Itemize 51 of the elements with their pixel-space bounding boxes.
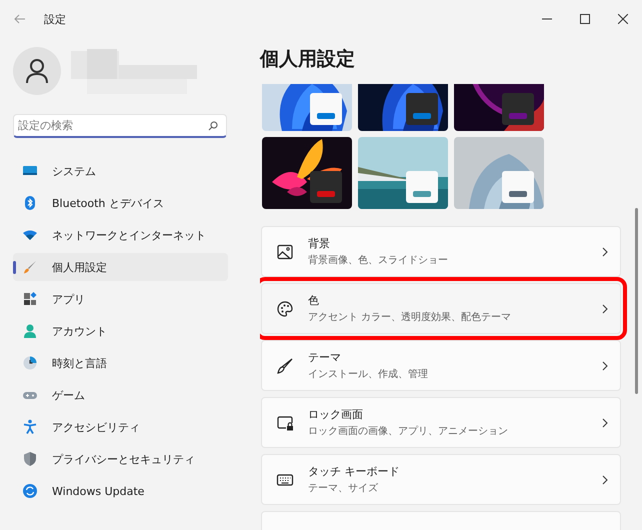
card-subtitle: インストール、作成、管理 <box>308 368 429 381</box>
chevron-icon <box>602 304 608 314</box>
chevron-icon <box>602 360 608 370</box>
shield-icon <box>22 451 38 467</box>
card-subtitle: 背景画像、色、スライドショー <box>308 254 449 267</box>
nav-item[interactable]: 個人用設定 <box>13 253 228 281</box>
card-subtitle: アクセント カラー、透明度効果、配色テーマ <box>308 310 512 324</box>
card-title: テーマ <box>308 350 342 365</box>
bluetooth-icon <box>22 195 38 211</box>
update-icon <box>22 483 38 499</box>
nav-item[interactable]: 時刻と言語 <box>13 349 228 377</box>
lock-screen-icon <box>276 414 294 432</box>
page-title: 個人用設定 <box>260 47 356 72</box>
apps-icon <box>22 291 38 307</box>
settings-card[interactable]: 背景 背景画像、色、スライドショー <box>261 226 621 277</box>
search-field[interactable]: 設定の検索 <box>13 114 227 138</box>
card-title: 色 <box>308 293 320 308</box>
brush-icon <box>276 356 294 374</box>
search-icon[interactable] <box>208 121 218 131</box>
settings-card[interactable]: タッチ キーボード テーマ、サイズ <box>261 454 621 505</box>
card-title: ロック画面 <box>308 407 364 422</box>
accessibility-icon <box>22 419 38 435</box>
chevron-icon <box>602 418 608 428</box>
chevron-icon <box>602 246 608 256</box>
nav-item[interactable]: Bluetooth とデバイス <box>13 189 228 217</box>
card-subtitle: ロック画面の画像、アプリ、アニメーション <box>308 424 509 438</box>
card-title: 背景 <box>308 236 331 251</box>
scrollbar[interactable] <box>635 208 638 394</box>
clock-icon <box>22 355 38 371</box>
card-title: タッチ キーボード <box>308 464 400 479</box>
brush-icon <box>22 259 38 275</box>
palette-icon <box>276 300 294 318</box>
settings-card[interactable]: ロック画面 ロック画面の画像、アプリ、アニメーション <box>261 397 621 448</box>
card-subtitle: テーマ、サイズ <box>308 482 379 495</box>
settings-card[interactable]: テーマ インストール、作成、管理 <box>261 340 621 391</box>
back-icon[interactable] <box>14 14 26 24</box>
person-icon <box>22 323 38 339</box>
window-title: 設定 <box>44 12 66 26</box>
nav-item[interactable]: アプリ <box>13 285 228 313</box>
nav-item[interactable]: プライバシーとセキュリティ <box>13 445 228 473</box>
close-icon[interactable] <box>618 14 628 24</box>
nav-item[interactable]: Windows Update <box>13 477 228 505</box>
nav-item[interactable]: ネットワークとインターネット <box>13 221 228 249</box>
nav-item[interactable]: システム <box>13 157 228 185</box>
chevron-icon <box>602 474 608 484</box>
image-icon <box>276 242 294 260</box>
maximize-icon[interactable] <box>580 14 590 24</box>
nav-item[interactable]: アカウント <box>13 317 228 345</box>
avatar-icon[interactable] <box>13 47 61 95</box>
nav-item[interactable]: アクセシビリティ <box>13 413 228 441</box>
nav-item[interactable]: ゲーム <box>13 381 228 409</box>
